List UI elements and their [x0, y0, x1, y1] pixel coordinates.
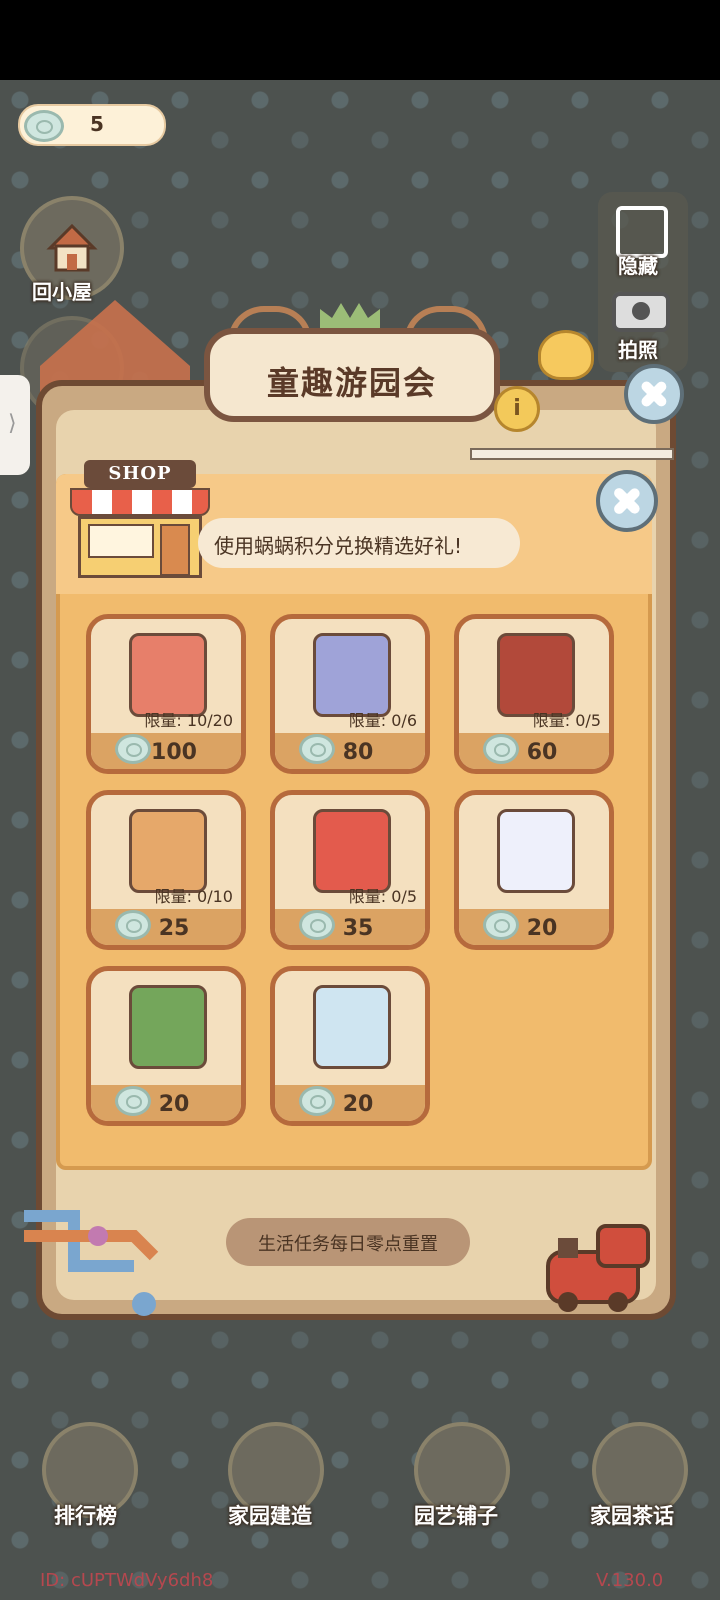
awning-decoration: [70, 488, 210, 516]
item-price: 80: [342, 740, 374, 765]
item-limit: 限量: 0/10: [154, 887, 233, 906]
leaderboard-label: 排行榜: [54, 1504, 117, 1528]
item-limit: 限量: 0/6: [348, 711, 417, 730]
side-drawer-tab[interactable]: ⟩: [0, 375, 30, 475]
item-image: [313, 985, 391, 1069]
item-image: [497, 809, 575, 893]
item-image: [497, 633, 575, 717]
item-limit: 限量: 10/20: [144, 711, 233, 730]
item-image: [129, 809, 207, 893]
shop-item-card[interactable]: 20: [86, 966, 246, 1126]
item-price: 100: [151, 740, 197, 765]
item-price: 20: [158, 1092, 190, 1117]
status-bar: [0, 0, 720, 80]
reset-notice: 生活任务每日零点重置: [226, 1218, 470, 1266]
shop-subtitle-bubble: 使用蜗蜗积分兑换精选好礼!: [198, 518, 520, 568]
item-image: [313, 809, 391, 893]
hide-label: 隐藏: [618, 254, 658, 278]
back-home-label: 回小屋: [32, 280, 92, 304]
shop-subtitle: 使用蜗蜗积分兑换精选好礼!: [214, 534, 463, 558]
home-chat-label: 家园茶话: [590, 1504, 674, 1528]
dialog-title: 童趣游园会: [266, 364, 437, 402]
item-price: 20: [342, 1092, 374, 1117]
snail-icon: [24, 110, 64, 142]
snail-points-counter: 5: [18, 104, 166, 146]
item-image: [129, 985, 207, 1069]
pipe-decoration: [24, 1210, 159, 1316]
dialog-close-button[interactable]: [624, 364, 684, 424]
item-price: 20: [526, 916, 558, 941]
train-decoration: [546, 1224, 650, 1312]
item-image: [129, 633, 207, 717]
item-price: 60: [526, 740, 558, 765]
chevron-right-icon: ⟩: [8, 411, 17, 436]
info-icon: i: [513, 396, 521, 421]
duck-decoration: [538, 330, 594, 380]
shop-item-card[interactable]: 20: [454, 790, 614, 950]
shop-item-card[interactable]: 100 限量: 10/20: [86, 614, 246, 774]
shop-item-card[interactable]: 35 限量: 0/5: [270, 790, 430, 950]
app-version: V.130.0: [596, 1570, 664, 1591]
shop-item-card[interactable]: 25 限量: 0/10: [86, 790, 246, 950]
shop-door: [160, 524, 190, 576]
home-build-label: 家园建造: [228, 1504, 312, 1528]
dialog-title-plate: 童趣游园会: [204, 328, 500, 422]
shop-close-button[interactable]: [596, 470, 658, 532]
item-price: 25: [158, 916, 190, 941]
shop-window: [88, 524, 154, 558]
shop-item-card[interactable]: 80 限量: 0/6: [270, 614, 430, 774]
info-button[interactable]: i: [494, 386, 540, 432]
item-limit: 限量: 0/5: [348, 887, 417, 906]
item-limit: 限量: 0/5: [532, 711, 601, 730]
shop-sign: SHOP: [84, 460, 196, 488]
snail-points-value: 5: [90, 112, 104, 136]
shop-item-card[interactable]: 60 限量: 0/5: [454, 614, 614, 774]
photo-label: 拍照: [618, 338, 658, 362]
reset-notice-text: 生活任务每日零点重置: [258, 1234, 438, 1255]
user-id: ID: cUPTWdVy6dh8: [40, 1570, 214, 1591]
shop-item-card[interactable]: 20: [270, 966, 430, 1126]
camera-icon[interactable]: [612, 292, 670, 332]
item-price: 35: [342, 916, 374, 941]
item-image: [313, 633, 391, 717]
rail-decoration: [470, 448, 674, 460]
garden-shop-label: 园艺铺子: [414, 1504, 498, 1528]
